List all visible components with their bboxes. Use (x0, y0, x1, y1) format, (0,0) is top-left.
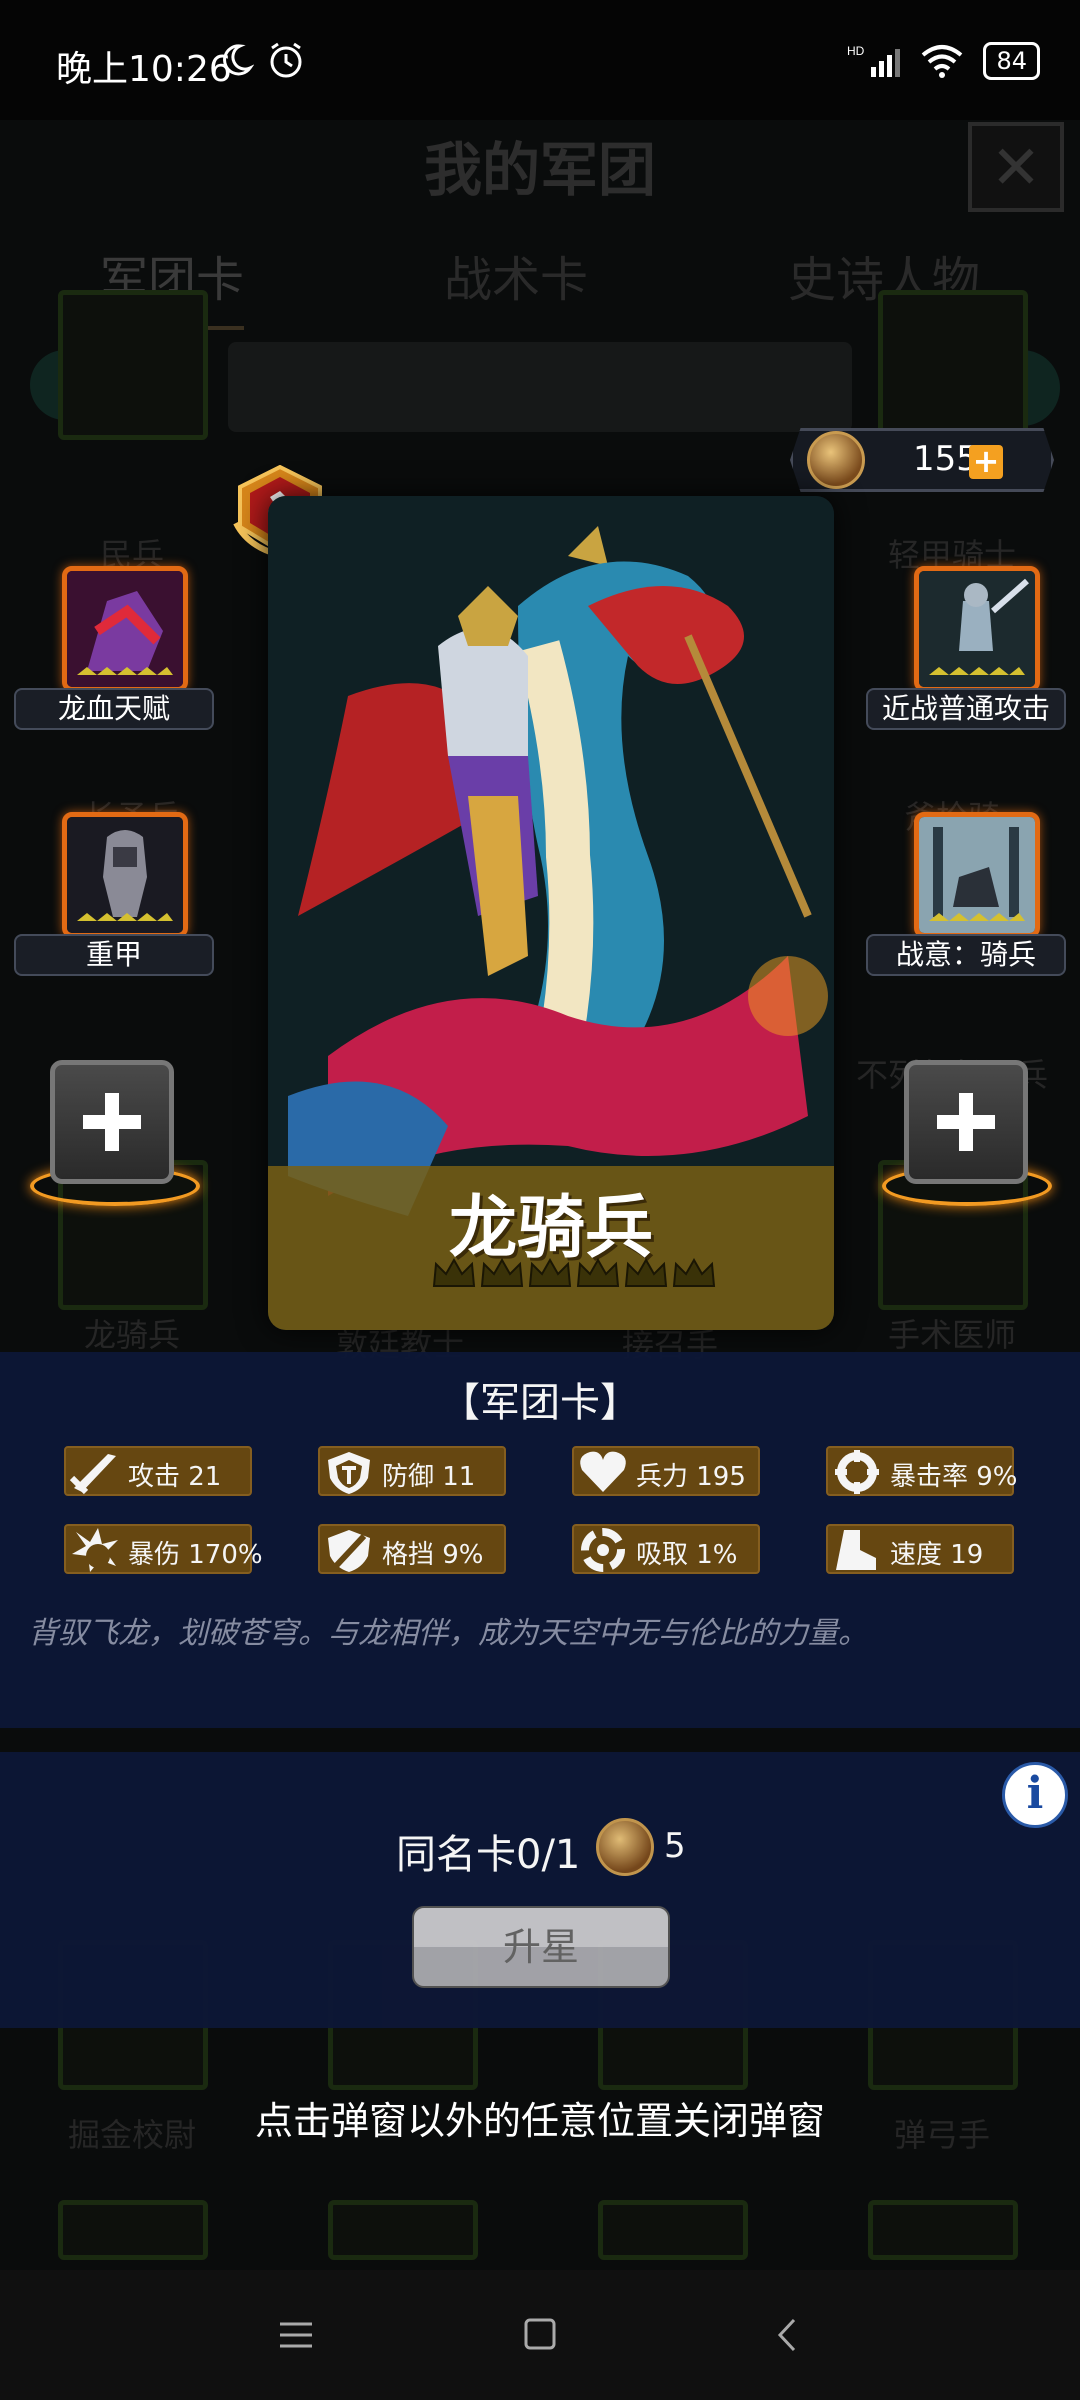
legion-coin-icon (596, 1818, 654, 1876)
card-description: 背驭飞龙，划破苍穹。与龙相伴，成为天空中无与伦比的力量。 (28, 1616, 868, 1651)
home-icon[interactable] (510, 2310, 570, 2360)
bg-unit-label: 龙骑兵 (83, 1316, 180, 1354)
moon-icon (223, 44, 254, 76)
search-bar[interactable] (228, 342, 852, 432)
crosshair-icon (835, 1450, 879, 1494)
skill-slot[interactable]: 近战普通攻击 (866, 566, 1066, 736)
info-icon[interactable]: i (1002, 1762, 1068, 1828)
close-button[interactable]: ✕ (968, 122, 1064, 212)
unit-card: 龙骑兵 (268, 496, 834, 1330)
menu-icon[interactable] (266, 2310, 326, 2360)
stat-block: 格挡 9% (318, 1524, 506, 1574)
alarm-icon (270, 42, 302, 78)
bg-unit-label: 手术医师 (887, 1316, 1016, 1354)
crown-icon (528, 1257, 572, 1287)
add-currency-button[interactable]: + (969, 445, 1003, 479)
stat-attack: 攻击 21 (64, 1446, 252, 1496)
skill-icon-melee-attack (914, 566, 1040, 692)
add-skill-button[interactable] (904, 1060, 1028, 1184)
star-rating (432, 1256, 716, 1290)
heart-icon (580, 1451, 626, 1492)
duplicate-card-count: 同名卡0/1 (396, 1832, 581, 1878)
skill-label: 战意：骑兵 (866, 934, 1066, 976)
plus-icon (937, 1093, 995, 1151)
bg-unit-card[interactable] (58, 290, 208, 440)
shield-icon (328, 1452, 370, 1494)
stat-crit-damage: 暴伤 170% (64, 1524, 263, 1574)
status-time: 晚上10:26 (56, 49, 232, 90)
burst-icon (72, 1528, 118, 1572)
stat-crit-rate: 暴击率 9% (826, 1446, 1018, 1496)
stat-drain: 吸取 1% (572, 1524, 760, 1574)
skill-slot[interactable]: 重甲 (14, 812, 214, 982)
bg-unit-card[interactable] (878, 290, 1028, 440)
wifi-icon (922, 45, 963, 78)
skill-label: 近战普通攻击 (866, 688, 1066, 730)
bg-unit-card[interactable] (328, 2200, 478, 2260)
bg-unit-card[interactable] (58, 2200, 208, 2260)
bg-unit-card[interactable] (598, 2200, 748, 2260)
status-bar: 晚上10:26 HD 84 (0, 0, 1080, 120)
crown-icon (672, 1257, 716, 1287)
boot-icon (836, 1530, 876, 1570)
upgrade-panel: 同名卡0/1 5 升星 (0, 1752, 1080, 2028)
stat-troops: 兵力 195 (572, 1446, 760, 1496)
skill-icon-dragon-blood (62, 566, 188, 692)
battery-indicator: 84 (983, 42, 1040, 80)
card-info-panel: 【军团卡】 攻击 21 防御 11 兵力 195 暴击率 9% 暴伤 170% … (0, 1352, 1080, 1728)
crown-icon (624, 1257, 668, 1287)
crown-icon (432, 1257, 476, 1287)
skill-slot[interactable]: 战意：骑兵 (866, 812, 1066, 982)
skill-icon-heavy-armor (62, 812, 188, 938)
skill-slot[interactable]: 龙血天赋 (14, 566, 214, 736)
svg-text:HD: HD (847, 44, 865, 58)
parry-icon (328, 1530, 370, 1572)
skill-icon-cavalry-morale (914, 812, 1040, 938)
status-icons: HD 84 (847, 42, 1040, 80)
sword-icon (69, 1454, 116, 1495)
back-icon[interactable] (758, 2310, 818, 2360)
close-hint: 点击弹窗以外的任意位置关闭弹窗 (254, 2099, 825, 2143)
card-type-title: 【军团卡】 (440, 1380, 640, 1426)
stat-speed: 速度 19 (826, 1524, 1014, 1574)
system-nav-bar (0, 2270, 1080, 2400)
crown-icon (576, 1257, 620, 1287)
plus-icon (83, 1093, 141, 1151)
drain-icon (581, 1528, 625, 1572)
add-skill-button[interactable] (50, 1060, 174, 1184)
page-title: 我的军团 (423, 136, 656, 204)
stat-defense: 防御 11 (318, 1446, 506, 1496)
signal-icon: HD (847, 44, 901, 77)
upgrade-cost: 5 (664, 1826, 686, 1866)
legion-coin-icon (807, 431, 865, 489)
tab-tactic-card[interactable]: 战术卡 (444, 230, 588, 330)
skill-label: 龙血天赋 (14, 688, 214, 730)
crown-icon (480, 1257, 524, 1287)
skill-label: 重甲 (14, 934, 214, 976)
star-up-button[interactable]: 升星 (412, 1906, 670, 1988)
bg-unit-card[interactable] (868, 2200, 1018, 2260)
currency-badge: 155 + (790, 428, 1054, 492)
